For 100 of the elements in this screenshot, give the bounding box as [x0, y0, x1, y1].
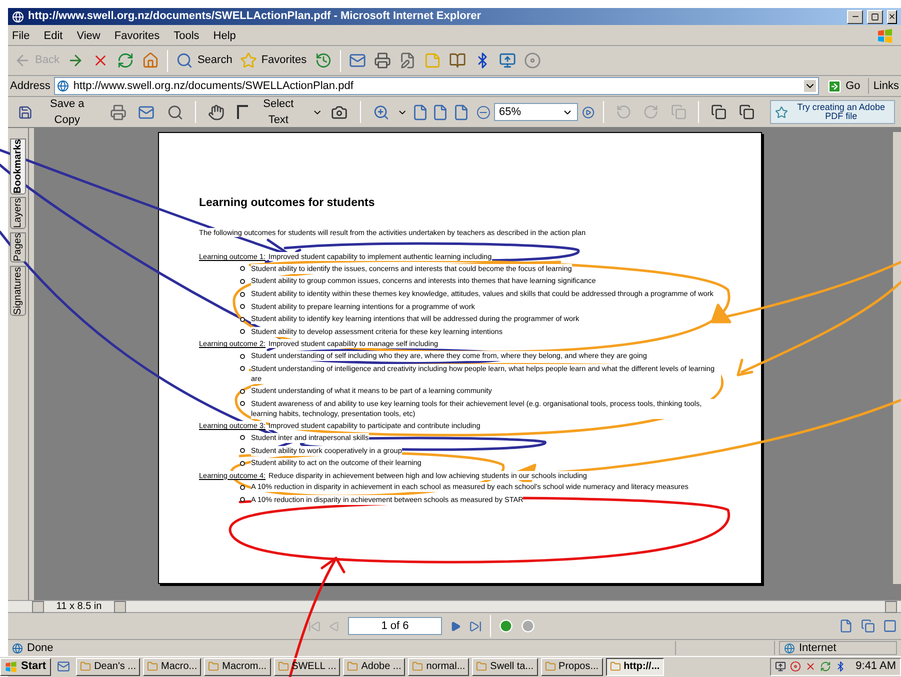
- globe-icon: [784, 642, 795, 654]
- go-button[interactable]: Go: [822, 78, 864, 94]
- taskbar-button[interactable]: Swell ta...: [472, 658, 538, 676]
- bullet-icon: [240, 266, 245, 272]
- zoom-field[interactable]: 65%: [494, 103, 578, 121]
- pages-icon[interactable]: [711, 104, 727, 120]
- tray-icon[interactable]: [790, 661, 801, 672]
- maximize-icon: [871, 12, 879, 20]
- bullet-icon: [240, 304, 245, 310]
- single-page-icon[interactable]: [839, 619, 853, 633]
- app-icon: [476, 661, 488, 672]
- note-icon: [424, 52, 441, 69]
- app-icon: [544, 661, 556, 672]
- minimize-button[interactable]: [847, 10, 863, 24]
- clock: 9:41 AM: [856, 659, 896, 674]
- book-icon: [448, 52, 466, 69]
- last-page-icon[interactable]: [469, 620, 482, 632]
- links-button[interactable]: Links: [868, 78, 899, 94]
- side-tab[interactable]: Signatures: [10, 266, 26, 316]
- scroll-button[interactable]: [32, 600, 44, 612]
- pages-icon[interactable]: [738, 104, 754, 120]
- star-icon: [240, 52, 258, 69]
- maximize-button[interactable]: [867, 10, 883, 24]
- envelope-icon[interactable]: [138, 104, 155, 120]
- bluetooth-icon[interactable]: [834, 661, 846, 672]
- menu-item[interactable]: View: [76, 28, 100, 44]
- bullet-icon: [240, 435, 245, 440]
- menu-item[interactable]: Favorites: [114, 28, 160, 44]
- app-icon: [208, 661, 220, 672]
- printer-icon: [374, 52, 391, 69]
- menu-item[interactable]: Edit: [44, 28, 63, 44]
- network-icon[interactable]: [774, 661, 786, 672]
- windows-logo-icon: [5, 660, 17, 672]
- taskbar-button[interactable]: Propos...: [540, 658, 603, 676]
- quick-launch-icon[interactable]: [57, 660, 70, 673]
- bullet-icon: [240, 354, 245, 358]
- status-text: Done: [27, 640, 54, 656]
- search-icon: [176, 52, 194, 69]
- bullet-icon: [240, 278, 245, 284]
- page-number-field[interactable]: 1 of 6: [348, 617, 442, 635]
- app-icon: [412, 661, 424, 672]
- next-page-icon[interactable]: [450, 620, 461, 632]
- forward-view-icon[interactable]: [521, 619, 535, 633]
- taskbar-button[interactable]: normal...: [408, 658, 470, 676]
- facing-icon[interactable]: [883, 619, 897, 633]
- start-button[interactable]: Start: [0, 658, 52, 676]
- bullet-icon: [240, 292, 245, 297]
- refresh-icon: [117, 52, 134, 69]
- zoom-out-icon[interactable]: [477, 106, 490, 118]
- vertical-scrollbar[interactable]: [893, 132, 901, 584]
- taskbar-button[interactable]: Macro...: [143, 658, 202, 676]
- address-field[interactable]: http://www.swell.org.nz/documents/SWELLActionPlan.pdf: [54, 77, 819, 95]
- tray-icon[interactable]: [820, 661, 831, 672]
- side-tab[interactable]: Pages: [10, 232, 26, 263]
- menu-item[interactable]: Help: [213, 28, 236, 44]
- camera-icon[interactable]: [331, 104, 348, 120]
- zone-text: Internet: [799, 640, 836, 656]
- address-label: Address: [10, 78, 50, 94]
- side-tab[interactable]: Bookmarks: [10, 138, 26, 194]
- toolbar-button[interactable]: Favorites: [236, 48, 311, 72]
- history-icon: [314, 52, 332, 69]
- page-size-label: 11 x 8.5 in: [55, 600, 103, 614]
- back-view-icon[interactable]: [499, 619, 513, 633]
- disconnected-icon[interactable]: [804, 661, 816, 672]
- menu-item[interactable]: File: [12, 28, 30, 44]
- promo-button[interactable]: Try creating an Adobe PDF file: [770, 100, 895, 124]
- toolbar-button[interactable]: Search: [172, 48, 236, 72]
- close-icon: [888, 12, 896, 21]
- taskbar-button[interactable]: http://...: [606, 658, 664, 676]
- app-icon: [147, 661, 158, 672]
- bullet-icon: [240, 388, 245, 394]
- hand-icon[interactable]: [208, 104, 225, 120]
- menu-item[interactable]: Tools: [174, 28, 200, 44]
- taskbar-button[interactable]: Dean's ...: [76, 658, 140, 676]
- bullet-icon: [240, 329, 245, 334]
- save-copy-button[interactable]: Save a Copy: [14, 96, 102, 128]
- bullet-icon: [240, 460, 245, 466]
- windows-logo-icon: [877, 28, 893, 44]
- envelope-icon: [348, 52, 366, 69]
- bullet-icon: [240, 497, 245, 502]
- app-icon: [610, 661, 621, 672]
- continuous-icon[interactable]: [861, 619, 875, 633]
- monitor-icon: [498, 52, 516, 69]
- taskbar-button[interactable]: Macrom...: [204, 658, 271, 676]
- taskbar-button[interactable]: Adobe ...: [343, 658, 406, 676]
- zoom-icon[interactable]: [372, 104, 390, 120]
- back-icon: [14, 52, 31, 69]
- edit-icon: [398, 52, 416, 69]
- scroll-button[interactable]: [114, 600, 126, 612]
- dropdown-icon[interactable]: [804, 80, 816, 92]
- zoom-in-icon[interactable]: [582, 106, 595, 118]
- app-icon: [278, 661, 289, 672]
- printer-icon[interactable]: [110, 104, 126, 120]
- bullet-icon: [240, 366, 245, 372]
- close-button[interactable]: [887, 10, 897, 24]
- side-tab[interactable]: Layers: [10, 197, 26, 230]
- bullet-icon: [240, 484, 245, 490]
- app-icon: [347, 661, 358, 672]
- scroll-button[interactable]: [885, 600, 897, 612]
- window-title: http://www.swell.org.nz/documents/SWELLActionPlan.pdf - Microsoft Internet Explorer: [28, 9, 482, 24]
